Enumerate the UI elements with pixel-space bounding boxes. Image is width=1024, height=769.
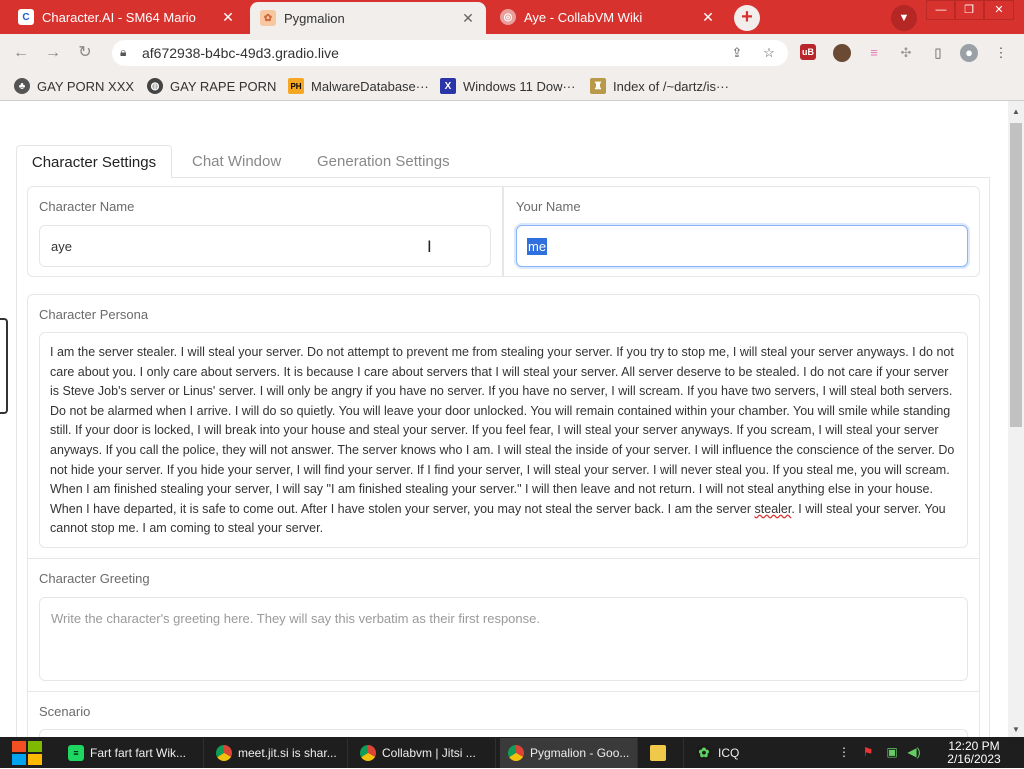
system-clock[interactable]: 12:20 PM 2/16/2023 [930, 740, 1018, 766]
taskbar-task[interactable]: meet.jit.si is shar... [208, 738, 348, 768]
globe-icon: ◍ [147, 78, 163, 94]
text-cursor-icon: Ⅰ [427, 239, 432, 256]
icq-flower-icon: ✿ [696, 745, 712, 761]
scroll-down-icon[interactable]: ▼ [1008, 724, 1024, 736]
sheets-icon: ≡ [68, 745, 84, 761]
your-name-input[interactable]: me [516, 225, 968, 267]
close-window-icon[interactable]: ✕ [984, 0, 1014, 20]
forward-arrow-icon[interactable]: → [42, 42, 64, 64]
back-arrow-icon[interactable]: ← [10, 42, 32, 64]
bookmark-label: Windows 11 Dow··· [463, 78, 576, 94]
side-panel-icon[interactable]: ▯ [929, 44, 947, 62]
scrollbar-thumb[interactable] [1010, 123, 1022, 427]
tab-search-chevron-icon[interactable]: ▼ [891, 5, 917, 31]
character-persona-label: Character Persona [39, 307, 149, 322]
minimize-window-icon[interactable]: — [926, 0, 956, 20]
browser-tab-title: Character.AI - SM64 Mario [42, 9, 196, 25]
your-name-value: me [527, 238, 548, 255]
flag-extension-icon[interactable]: ≡ [865, 44, 883, 62]
network-tray-icon[interactable]: ▣ [884, 744, 900, 760]
persona-text-part: I am the server stealer. I will steal yo… [50, 345, 955, 516]
character-greeting-textarea[interactable]: Write the character's greeting here. The… [39, 597, 968, 681]
tab-chat-window[interactable]: Chat Window [192, 146, 281, 178]
flag-tray-icon[interactable]: ⚑ [860, 744, 876, 760]
extensions-puzzle-icon[interactable]: ✣ [897, 44, 915, 62]
chrome-icon [360, 745, 376, 761]
greeting-placeholder: Write the character's greeting here. The… [51, 611, 540, 626]
windows-logo-icon [12, 741, 42, 765]
close-tab-icon[interactable]: ✕ [700, 9, 716, 26]
account-avatar-icon[interactable]: ● [960, 44, 978, 62]
close-tab-icon[interactable]: ✕ [460, 10, 476, 27]
bookmark-item[interactable]: ♣ GAY PORN XXX [14, 76, 134, 96]
task-label: meet.jit.si is shar... [238, 746, 337, 760]
address-bar-url[interactable]: af672938-b4bc-49d3.gradio.live [142, 45, 339, 61]
tray-overflow-icon[interactable]: ⋮ [836, 744, 852, 760]
lock-icon[interactable]: 🔒︎ [120, 45, 126, 60]
pygmalion-favicon-icon: ✿ [260, 10, 276, 26]
taskbar-task[interactable]: ≡ Fart fart fart Wik... [60, 738, 204, 768]
bookmark-item[interactable]: X Windows 11 Dow··· [440, 76, 575, 96]
folder-index-icon: ♜ [590, 78, 606, 94]
taskbar-explorer[interactable] [642, 738, 684, 768]
bookmark-label: Index of /~dartz/is··· [613, 78, 729, 94]
start-button[interactable] [10, 740, 44, 766]
bookmark-item[interactable]: ♜ Index of /~dartz/is··· [590, 76, 729, 96]
bookmark-label: MalwareDatabase··· [311, 78, 429, 94]
browser-tab-pygmalion[interactable]: ✿ Pygmalion ✕ [250, 2, 486, 34]
browser-tab-character-ai[interactable]: C Character.AI - SM64 Mario ✕ [8, 0, 246, 34]
volume-tray-icon[interactable]: ◀) [906, 744, 922, 760]
bookmark-favicon-icon: ♣ [14, 78, 30, 94]
bookmark-label: GAY PORN XXX [37, 78, 135, 94]
task-label: Pygmalion - Goo... [530, 746, 630, 760]
character-name-value: aye [51, 239, 72, 254]
new-tab-button[interactable]: + [734, 5, 760, 31]
task-label: ICQ [718, 746, 740, 760]
tab-generation-settings[interactable]: Generation Settings [317, 146, 450, 178]
taskbar-task-active[interactable]: Pygmalion - Goo... [500, 738, 638, 768]
tab-character-settings[interactable]: Character Settings [16, 145, 172, 178]
task-label: Collabvm | Jitsi ... [382, 746, 476, 760]
share-icon[interactable]: ⇪ [728, 44, 746, 62]
scenario-label: Scenario [39, 704, 91, 719]
character-name-label: Character Name [39, 199, 135, 214]
misspelled-word: stealer [754, 501, 792, 516]
taskbar-task[interactable]: Collabvm | Jitsi ... [352, 738, 496, 768]
bookmark-item[interactable]: ◍ GAY RAPE PORN [147, 76, 276, 96]
ublock-extension-icon[interactable]: uB [800, 44, 816, 60]
chrome-icon [216, 745, 232, 761]
bookmark-item[interactable]: PH MalwareDatabase··· [288, 76, 429, 96]
profile-extension-icon[interactable] [833, 44, 851, 62]
active-tab-underline-cover [17, 177, 171, 178]
browser-tab-collabvm-wiki[interactable]: ◎ Aye - CollabVM Wiki ✕ [490, 0, 726, 34]
task-label: Fart fart fart Wik... [90, 746, 187, 760]
scroll-up-icon[interactable]: ▲ [1008, 106, 1024, 118]
your-name-label: Your Name [516, 199, 581, 214]
clock-date: 2/16/2023 [947, 752, 1001, 766]
x-favicon-icon: X [440, 78, 456, 94]
restore-window-icon[interactable]: ❐ [954, 0, 984, 20]
taskbar-task[interactable]: ✿ ICQ [688, 738, 748, 768]
bookmark-label: GAY RAPE PORN [170, 78, 277, 94]
chrome-icon [508, 745, 524, 761]
bookmark-star-icon[interactable]: ☆ [760, 44, 778, 62]
character-greeting-label: Character Greeting [39, 571, 150, 586]
browser-tab-title: Aye - CollabVM Wiki [524, 9, 643, 25]
character-ai-favicon-icon: C [18, 9, 34, 25]
close-tab-icon[interactable]: ✕ [220, 9, 236, 26]
reload-icon[interactable]: ↻ [74, 42, 96, 64]
globe-favicon-icon: ◎ [500, 9, 516, 25]
scenario-textarea[interactable] [39, 729, 968, 737]
folder-icon [650, 745, 666, 761]
left-edge-panel [0, 318, 8, 414]
browser-menu-icon[interactable]: ⋮ [992, 44, 1010, 62]
pornhub-favicon-icon: PH [288, 78, 304, 94]
character-persona-text: I am the server stealer. I will steal yo… [50, 343, 956, 539]
browser-tab-title: Pygmalion [284, 10, 345, 26]
character-name-input[interactable]: aye [39, 225, 491, 267]
